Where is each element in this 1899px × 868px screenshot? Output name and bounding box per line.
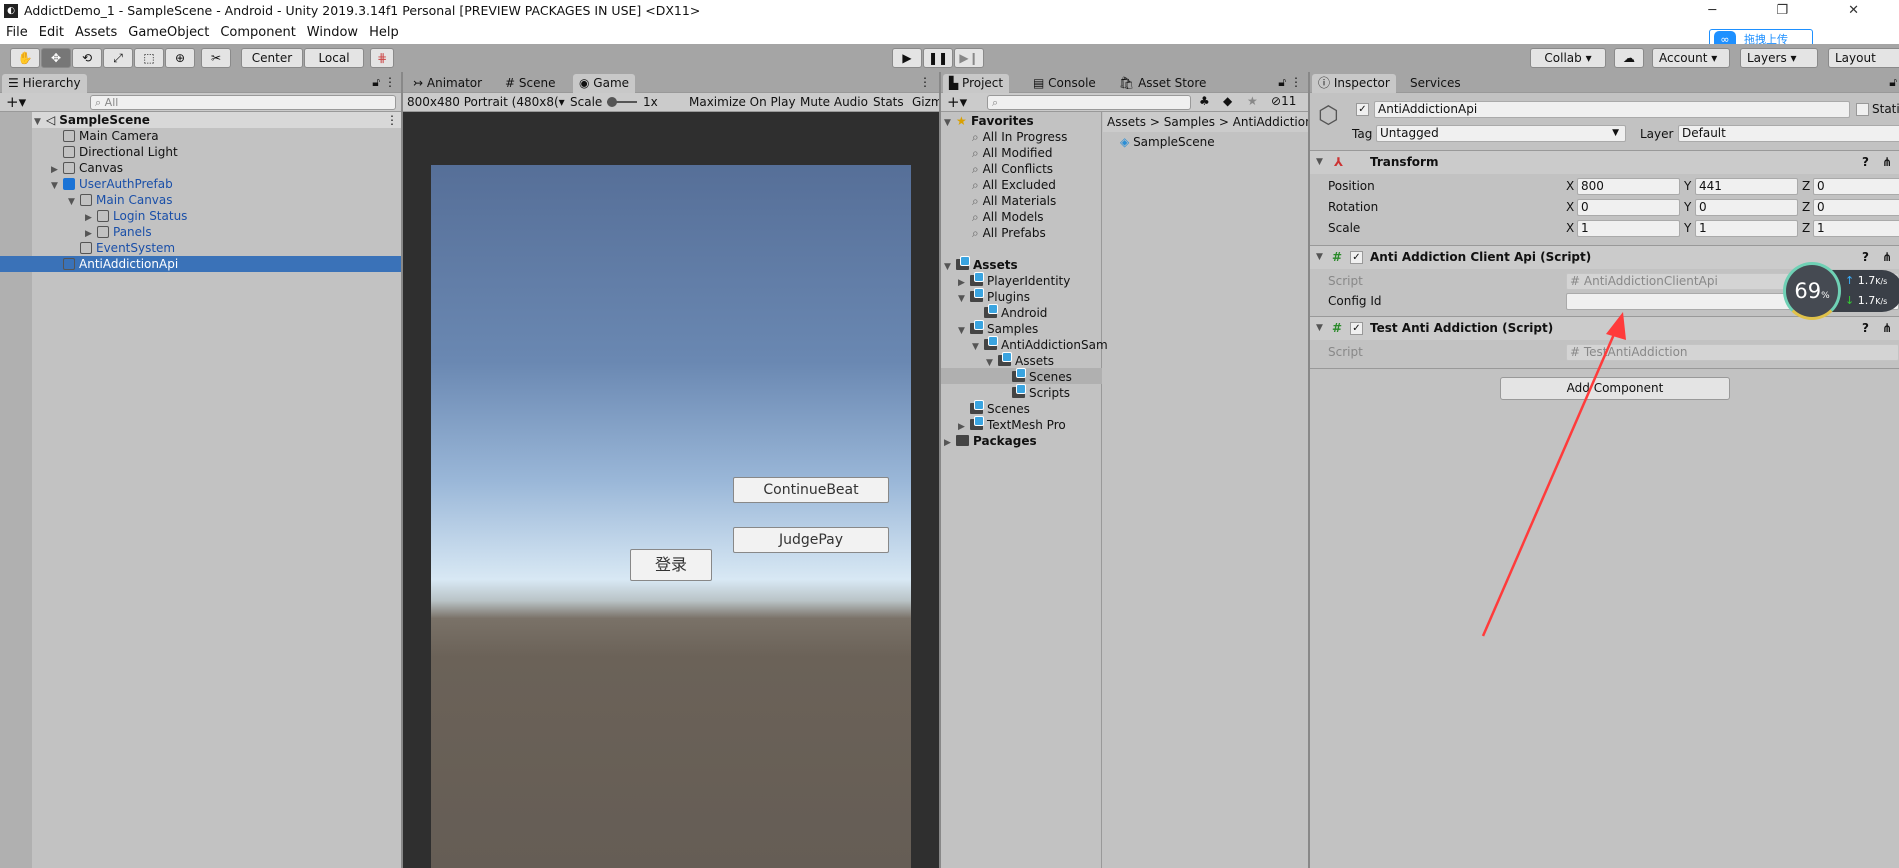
annotation-arrow xyxy=(1481,312,1626,637)
